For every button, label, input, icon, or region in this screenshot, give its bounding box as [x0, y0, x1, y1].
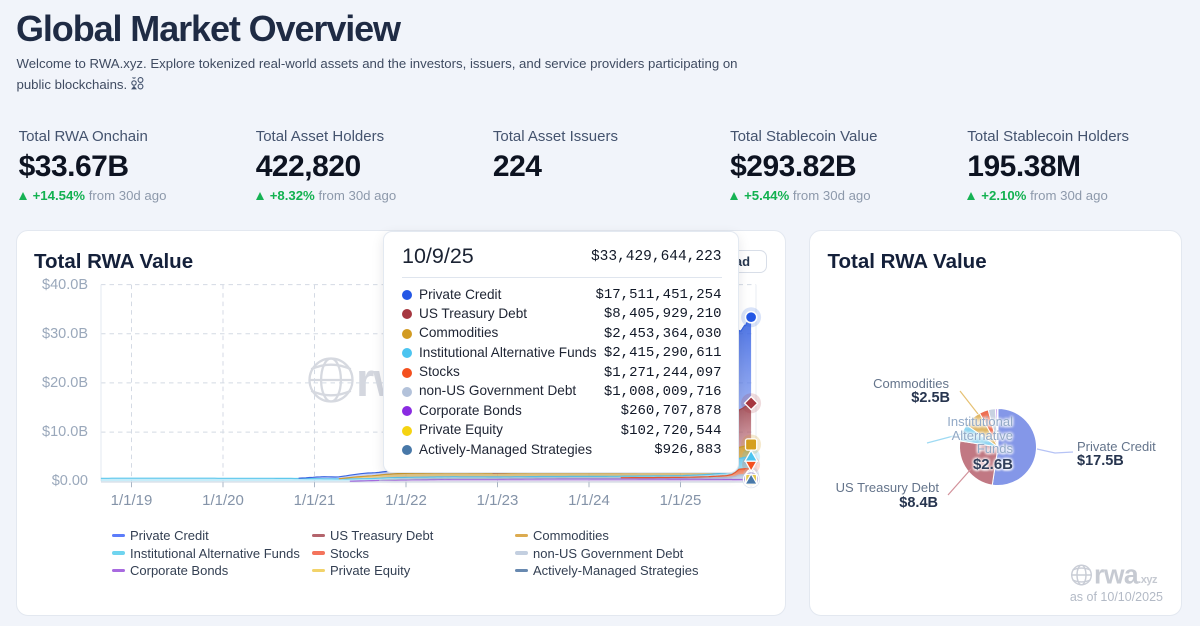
svg-text:rwa.xyz: rwa.xyz: [1094, 560, 1158, 590]
